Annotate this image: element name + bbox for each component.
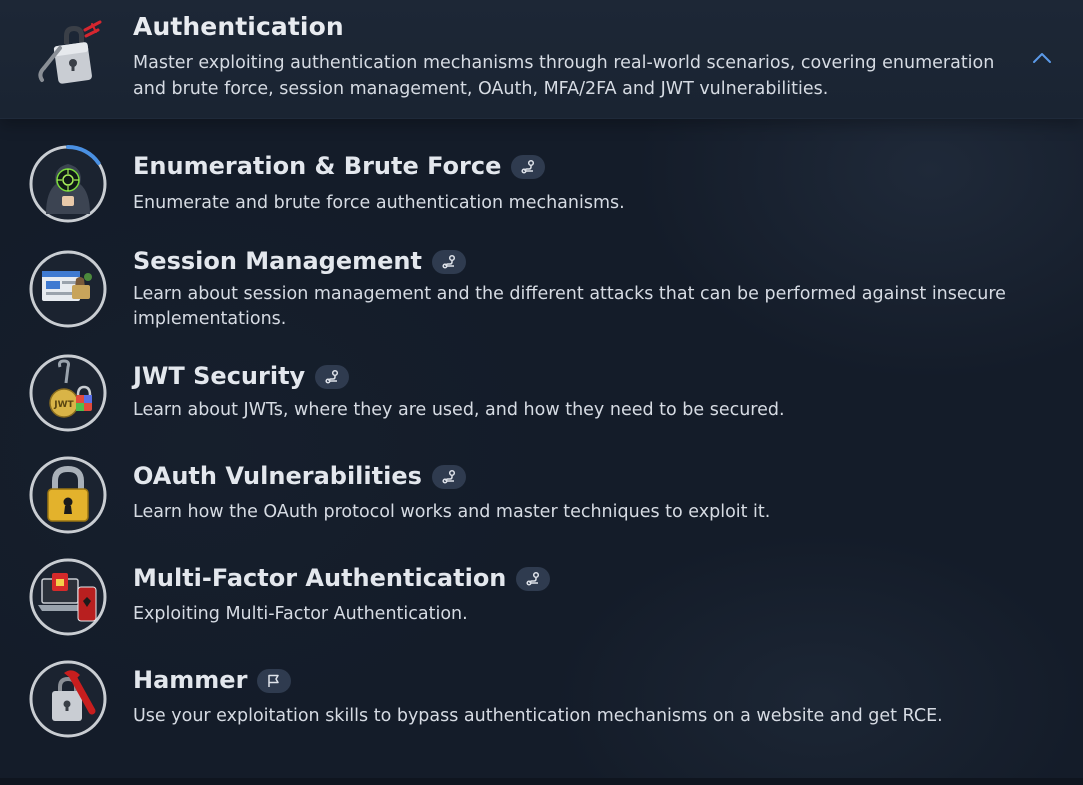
bottom-divider	[0, 778, 1083, 785]
room-title[interactable]: Multi-Factor Authentication	[133, 564, 506, 592]
hacker-hood-icon	[29, 144, 107, 223]
jwt-lock-icon: JWT	[29, 354, 107, 432]
chevron-up-icon	[1032, 49, 1052, 68]
room-description: Enumerate and brute force authentication…	[133, 193, 625, 213]
room-title-row: JWT Security	[133, 362, 350, 390]
path-icon	[442, 254, 456, 269]
module-description: Master exploiting authentication mechani…	[133, 53, 995, 99]
module-header[interactable]: Authentication Master exploiting authent…	[0, 0, 1083, 119]
golden-padlock-icon	[29, 456, 107, 534]
padlock-wrench-icon	[29, 660, 107, 738]
path-badge	[511, 155, 546, 179]
padlock-crowbar-icon	[30, 18, 106, 94]
room-description: Exploiting Multi-Factor Authentication.	[133, 604, 468, 624]
room-title-row: Session Management	[133, 247, 466, 275]
room-title[interactable]: JWT Security	[133, 362, 305, 390]
svg-text:JWT: JWT	[53, 400, 74, 410]
room-title[interactable]: Hammer	[133, 666, 247, 694]
room-title[interactable]: OAuth Vulnerabilities	[133, 462, 422, 490]
room-title[interactable]: Session Management	[133, 247, 422, 275]
browser-session-icon	[29, 250, 107, 328]
room-title[interactable]: Enumeration & Brute Force	[133, 152, 501, 180]
path-icon	[442, 469, 455, 484]
room-description: Learn about JWTs, where they are used, a…	[133, 400, 785, 420]
room-description: Learn how the OAuth protocol works and m…	[133, 502, 771, 522]
path-icon	[325, 369, 339, 384]
collapse-button[interactable]	[1029, 46, 1055, 70]
room-title-row: Enumeration & Brute Force	[133, 152, 546, 180]
room-title-row: OAuth Vulnerabilities	[133, 462, 466, 490]
flag-badge	[257, 669, 292, 693]
path-badge	[431, 465, 466, 489]
path-icon	[521, 159, 535, 174]
laptop-mfa-icon	[29, 558, 107, 636]
room-title-row: Hammer	[133, 666, 292, 694]
path-badge	[431, 250, 466, 274]
room-title-row: Multi-Factor Authentication	[133, 564, 551, 592]
flag-icon	[268, 674, 280, 687]
module-title: Authentication	[133, 12, 344, 41]
path-badge	[516, 567, 551, 591]
room-description: Learn about session management and the d…	[133, 284, 1006, 329]
path-icon	[526, 571, 540, 586]
path-badge	[315, 365, 350, 389]
room-description: Use your exploitation skills to bypass a…	[133, 706, 943, 726]
